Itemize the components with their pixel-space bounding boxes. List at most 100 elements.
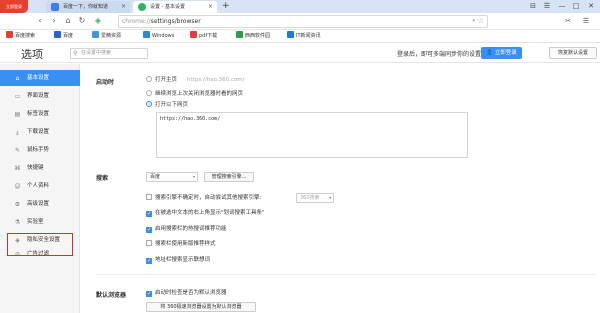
bookmark-icon	[190, 31, 197, 38]
tab-icon: ▤	[14, 111, 21, 118]
startup-pages-textarea[interactable]: https://hao.360.com/	[156, 112, 468, 158]
startup-option-pages[interactable]: 打开以下网页	[146, 101, 188, 109]
home-url: https://hao.360.com/	[187, 77, 245, 83]
section-label-default-browser: 默认浏览器	[96, 292, 127, 299]
bookmark-item[interactable]: 西西软件园	[236, 30, 270, 43]
reload-button[interactable]: ↻	[76, 15, 88, 27]
minimize-button[interactable]: —	[555, 0, 569, 13]
gear-icon: ⚙	[14, 201, 21, 208]
highlight-annotation	[7, 233, 73, 256]
bookmarks-bar: 百度搜索 百度 爱精资源 Windows pdf下载 西西软件园 IT新闻资讯	[0, 30, 600, 43]
sync-text: 登录后，即可多端同步你的设置	[397, 51, 482, 58]
skin-icon[interactable]: ⊟	[526, 0, 540, 13]
maximize-button[interactable]: □	[569, 0, 583, 13]
sidebar-item-basic[interactable]: ⌂ 基本设置	[0, 70, 80, 86]
search-option-newstyle[interactable]: 搜索栏使用新版推荐样式	[146, 240, 216, 248]
restore-defaults-button[interactable]: 恢复默认设置	[549, 47, 597, 59]
set-default-browser-button[interactable]: 将 360极速浏览器设置为默认浏览器	[146, 302, 256, 312]
baidu-favicon-icon	[51, 3, 59, 11]
manage-search-engines-button[interactable]: 管理搜索引擎...	[204, 172, 254, 182]
keyboard-icon: ⌘	[14, 165, 21, 172]
sidebar-item-mouse-gesture[interactable]: ✎ 鼠标手势	[0, 142, 80, 158]
close-icon[interactable]: ×	[121, 1, 126, 13]
address-bar[interactable]: chrome://settings/browser ▾ ☆	[118, 15, 488, 28]
login-badge[interactable]: 立即登录	[0, 0, 28, 13]
star-icon[interactable]: ☆	[478, 16, 484, 27]
tab-title: 百度一下，你就知道	[63, 4, 109, 10]
forward-button[interactable]: ›	[48, 15, 60, 27]
tab-title: 设置 - 基本设置	[150, 4, 185, 10]
close-icon[interactable]: ×	[208, 1, 213, 13]
menu-icon[interactable]: ☰	[580, 15, 592, 27]
checkbox-checked-icon[interactable]: ✓	[146, 211, 152, 217]
checkbox-checked-icon[interactable]: ✓	[146, 227, 152, 233]
new-tab-button[interactable]: +	[222, 0, 230, 13]
settings-main: 启动时 打开主页 https://hao.360.com/ 继续浏览上次关闭浏览器…	[80, 64, 600, 313]
search-option-suggest[interactable]: ✓ 地址栏搜索显示联想词	[146, 256, 210, 264]
radio-icon[interactable]	[146, 76, 152, 82]
checkbox-checked-icon[interactable]: ✓	[146, 258, 152, 264]
bookmark-item[interactable]: IT新闻资讯	[287, 30, 321, 43]
radio-icon[interactable]	[146, 90, 152, 96]
settings-header: 选项 ⚲ 在设置中搜索 登录后，即可多端同步你的设置 👤 立即登录 恢复默认设置	[0, 43, 600, 63]
radio-selected-icon[interactable]	[146, 101, 152, 107]
divider	[96, 274, 596, 275]
sidebar-item-interface[interactable]: ▭ 界面设置	[0, 88, 80, 104]
bookmark-icon	[143, 31, 150, 38]
search-option-toolbar[interactable]: ✓ 在被选中文本的右上角显示"划词搜索工具条"	[146, 209, 265, 217]
sidebar-item-tabs[interactable]: ▤ 标签设置	[0, 106, 80, 122]
tab-bar: 立即登录 百度一下，你就知道 × 设置 - 基本设置 × + ⊟ ☰ — □ ✕	[0, 0, 600, 13]
bookmark-icon	[6, 31, 13, 38]
startup-option-home[interactable]: 打开主页 https://hao.360.com/	[146, 76, 244, 84]
flask-icon: ⚗	[14, 219, 21, 226]
sidebar-item-lab[interactable]: ⚗ 实验室	[0, 214, 80, 230]
menu-icon[interactable]: ☰	[540, 0, 554, 13]
page-title: 选项	[21, 48, 43, 61]
bookmark-item[interactable]: pdf下载	[190, 30, 217, 43]
startup-option-continue[interactable]: 继续浏览上次关闭浏览器时看的网页	[146, 90, 243, 98]
bookmark-item[interactable]: 百度	[54, 30, 73, 43]
login-button[interactable]: 👤 立即登录	[481, 47, 522, 59]
tab-baidu[interactable]: 百度一下，你就知道 ×	[46, 1, 130, 13]
bookmark-item[interactable]: Windows	[143, 30, 174, 43]
close-window-button[interactable]: ✕	[584, 0, 598, 13]
chevron-down-icon: ▾	[192, 174, 195, 179]
bookmark-item[interactable]: 百度搜索	[6, 30, 35, 43]
scissors-icon[interactable]: ✂	[562, 15, 574, 27]
fallback-engine-select[interactable]: 360搜索 ▾	[296, 193, 334, 203]
user-icon: ☺	[14, 183, 21, 190]
bookmark-icon	[287, 31, 294, 38]
search-option-fallback[interactable]: 搜索引擎不确定时，自动尝试其他搜索引擎:	[146, 194, 261, 202]
security-shield-icon[interactable]: ◈	[92, 15, 104, 27]
tab-settings[interactable]: 设置 - 基本设置 ×	[133, 1, 217, 13]
settings-sidebar: ⌂ 基本设置 ▭ 界面设置 ▤ 标签设置 ⤓ 下载设置 ✎ 鼠标手势 ⌘ 快捷键 ☺ 个人资料…	[0, 64, 80, 313]
sidebar-item-advanced[interactable]: ⚙ 高级设置	[0, 196, 80, 212]
sidebar-item-shortcuts[interactable]: ⌘ 快捷键	[0, 160, 80, 176]
address-text: chrome://settings/browser	[122, 18, 201, 25]
checkbox-checked-icon[interactable]: ✓	[146, 291, 152, 297]
section-label-search: 搜索	[96, 175, 109, 182]
checkbox-icon[interactable]	[146, 240, 152, 246]
mouse-icon: ✎	[14, 147, 21, 154]
sidebar-item-profile[interactable]: ☺ 个人资料	[0, 178, 80, 194]
bookmark-icon	[92, 31, 99, 38]
settings-search-input[interactable]: ⚲ 在设置中搜索	[70, 48, 148, 59]
bookmark-icon	[236, 31, 243, 38]
home-icon: ⌂	[15, 75, 20, 82]
checkbox-icon[interactable]	[146, 194, 152, 200]
search-option-hot[interactable]: ✓ 启用搜索栏的热搜词推荐功能	[146, 225, 227, 233]
back-button[interactable]: ‹	[34, 15, 46, 27]
search-engine-select[interactable]: 百度 ▾	[146, 172, 198, 182]
home-button[interactable]: ⌂	[62, 15, 74, 27]
chevron-down-icon: ▾	[328, 195, 331, 200]
settings-favicon-icon	[138, 3, 146, 11]
search-icon: ⚲	[73, 50, 78, 57]
download-icon: ⤓	[16, 129, 19, 136]
dropdown-icon[interactable]: ▾	[472, 16, 475, 27]
bookmark-item[interactable]: 爱精资源	[92, 30, 121, 43]
section-label-startup: 启动时	[96, 79, 115, 86]
bookmark-icon	[54, 31, 61, 38]
navigation-bar: ‹ › ⌂ ↻ ◈ chrome://settings/browser ▾ ☆ …	[0, 13, 600, 30]
sidebar-item-download[interactable]: ⤓ 下载设置	[0, 124, 80, 140]
default-browser-check-option[interactable]: ✓ 启动时检查是否为默认浏览器	[146, 289, 227, 297]
